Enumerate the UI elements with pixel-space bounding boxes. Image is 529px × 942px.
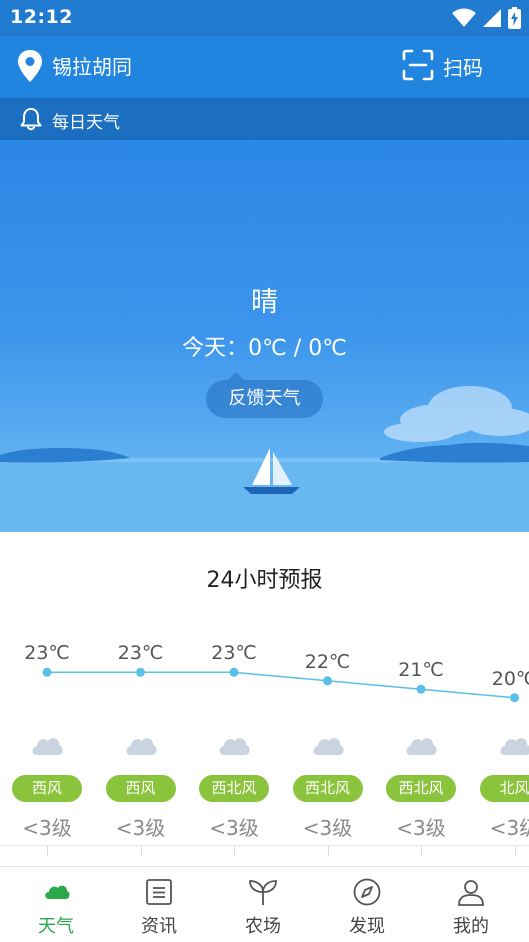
hour-column: 21℃ 西北风 <3级 — [374, 620, 468, 850]
hour-column: 23℃ 西北风 <3级 — [187, 620, 281, 850]
wind-direction-badge: 西北风 — [292, 775, 363, 802]
feedback-weather-button[interactable]: 反馈天气 — [206, 372, 323, 418]
sprout-icon — [249, 880, 277, 905]
nav-label-profile: 我的 — [453, 916, 489, 937]
nav-item-discover[interactable]: 发现 — [315, 867, 419, 942]
cloud-icon — [219, 738, 250, 755]
nav-label-news: 资讯 — [141, 916, 177, 937]
cloud-icon — [500, 738, 529, 755]
weather-hero: 晴 今天：0℃ / 0℃ 反馈天气 — [0, 140, 529, 532]
user-icon — [458, 880, 484, 906]
hour-tick — [514, 846, 516, 856]
wind-level: <3级 — [489, 816, 529, 840]
wind-direction-badge: 西北风 — [199, 775, 269, 802]
signal-icon — [483, 9, 501, 27]
wind-level: <3级 — [115, 816, 166, 840]
hour-temperature: 20℃ — [491, 667, 529, 690]
hour-column: 23℃ 西风 <3级 — [0, 620, 94, 850]
nav-label-weather: 天气 — [38, 916, 74, 937]
nav-item-news[interactable]: 资讯 — [107, 867, 211, 942]
cloud-icon — [45, 885, 70, 899]
wind-level: <3级 — [209, 816, 259, 840]
hour-tick — [47, 846, 48, 856]
hour-tick — [234, 846, 235, 856]
hour-tick — [140, 846, 142, 856]
wind-direction-badge: 西风 — [12, 775, 82, 802]
news-icon — [146, 879, 172, 905]
hour-temperature: 23℃ — [117, 642, 164, 665]
cloud-icon — [406, 738, 437, 755]
location-name[interactable]: 锡拉胡同 — [52, 51, 132, 80]
cloud-icon — [32, 738, 63, 755]
hourly-tick-row — [0, 845, 529, 859]
status-bar: 12:12 — [0, 0, 529, 36]
wind-direction-badge: 西北风 — [386, 775, 456, 802]
nav-label-discover: 发现 — [349, 916, 385, 937]
wind-level: <3级 — [396, 816, 446, 840]
daily-weather-bar[interactable]: 每日天气 — [0, 98, 529, 140]
location-pin-icon[interactable] — [16, 49, 44, 83]
scan-button[interactable]: 扫码 — [402, 47, 512, 85]
hour-tick — [327, 846, 329, 856]
header-bar: 锡拉胡同 扫码 — [0, 36, 529, 98]
wind-level: <3级 — [22, 816, 72, 840]
wind-level: <3级 — [302, 816, 353, 840]
today-temperature: 今天：0℃ / 0℃ — [182, 336, 347, 361]
nav-item-profile[interactable]: 我的 — [419, 867, 523, 942]
wifi-icon — [452, 8, 476, 27]
bell-icon — [20, 108, 42, 131]
bottom-nav: 天气 资讯 农场 发现 我的 — [0, 866, 529, 942]
compass-icon — [353, 878, 381, 906]
cloud-icon — [126, 738, 157, 755]
hour-column: 23℃ 西风 <3级 — [94, 620, 188, 850]
forecast-title: 24小时预报 — [206, 568, 323, 593]
daily-weather-label: 每日天气 — [52, 113, 120, 133]
status-icons — [452, 6, 521, 30]
hour-temperature: 22℃ — [304, 650, 351, 673]
cloud-icon — [313, 738, 344, 755]
battery-icon — [508, 7, 521, 29]
weather-condition: 晴 — [251, 287, 278, 318]
nav-item-farm[interactable]: 农场 — [211, 867, 315, 942]
wind-direction-badge: 西风 — [105, 775, 176, 802]
hour-tick — [421, 846, 422, 856]
hourly-forecast[interactable]: 23℃ 西风 <3级 23℃ 西风 <3级 23℃ 西北风 <3级 22℃ 西北风 <3级 21℃ 西北风… — [0, 620, 529, 860]
scan-icon — [402, 49, 434, 81]
nav-label-farm: 农场 — [245, 916, 281, 937]
status-time: 12:12 — [10, 6, 73, 28]
hour-temperature: 23℃ — [24, 642, 70, 665]
scan-label: 扫码 — [443, 56, 483, 80]
hour-column: 22℃ 西北风 <3级 — [281, 620, 375, 850]
wind-direction-badge: 北风 — [479, 775, 529, 802]
nav-item-weather[interactable]: 天气 — [4, 867, 108, 942]
hour-temperature: 21℃ — [398, 659, 444, 682]
hour-temperature: 23℃ — [211, 642, 257, 665]
hour-column: 20℃ 北风 <3级 — [468, 620, 529, 850]
